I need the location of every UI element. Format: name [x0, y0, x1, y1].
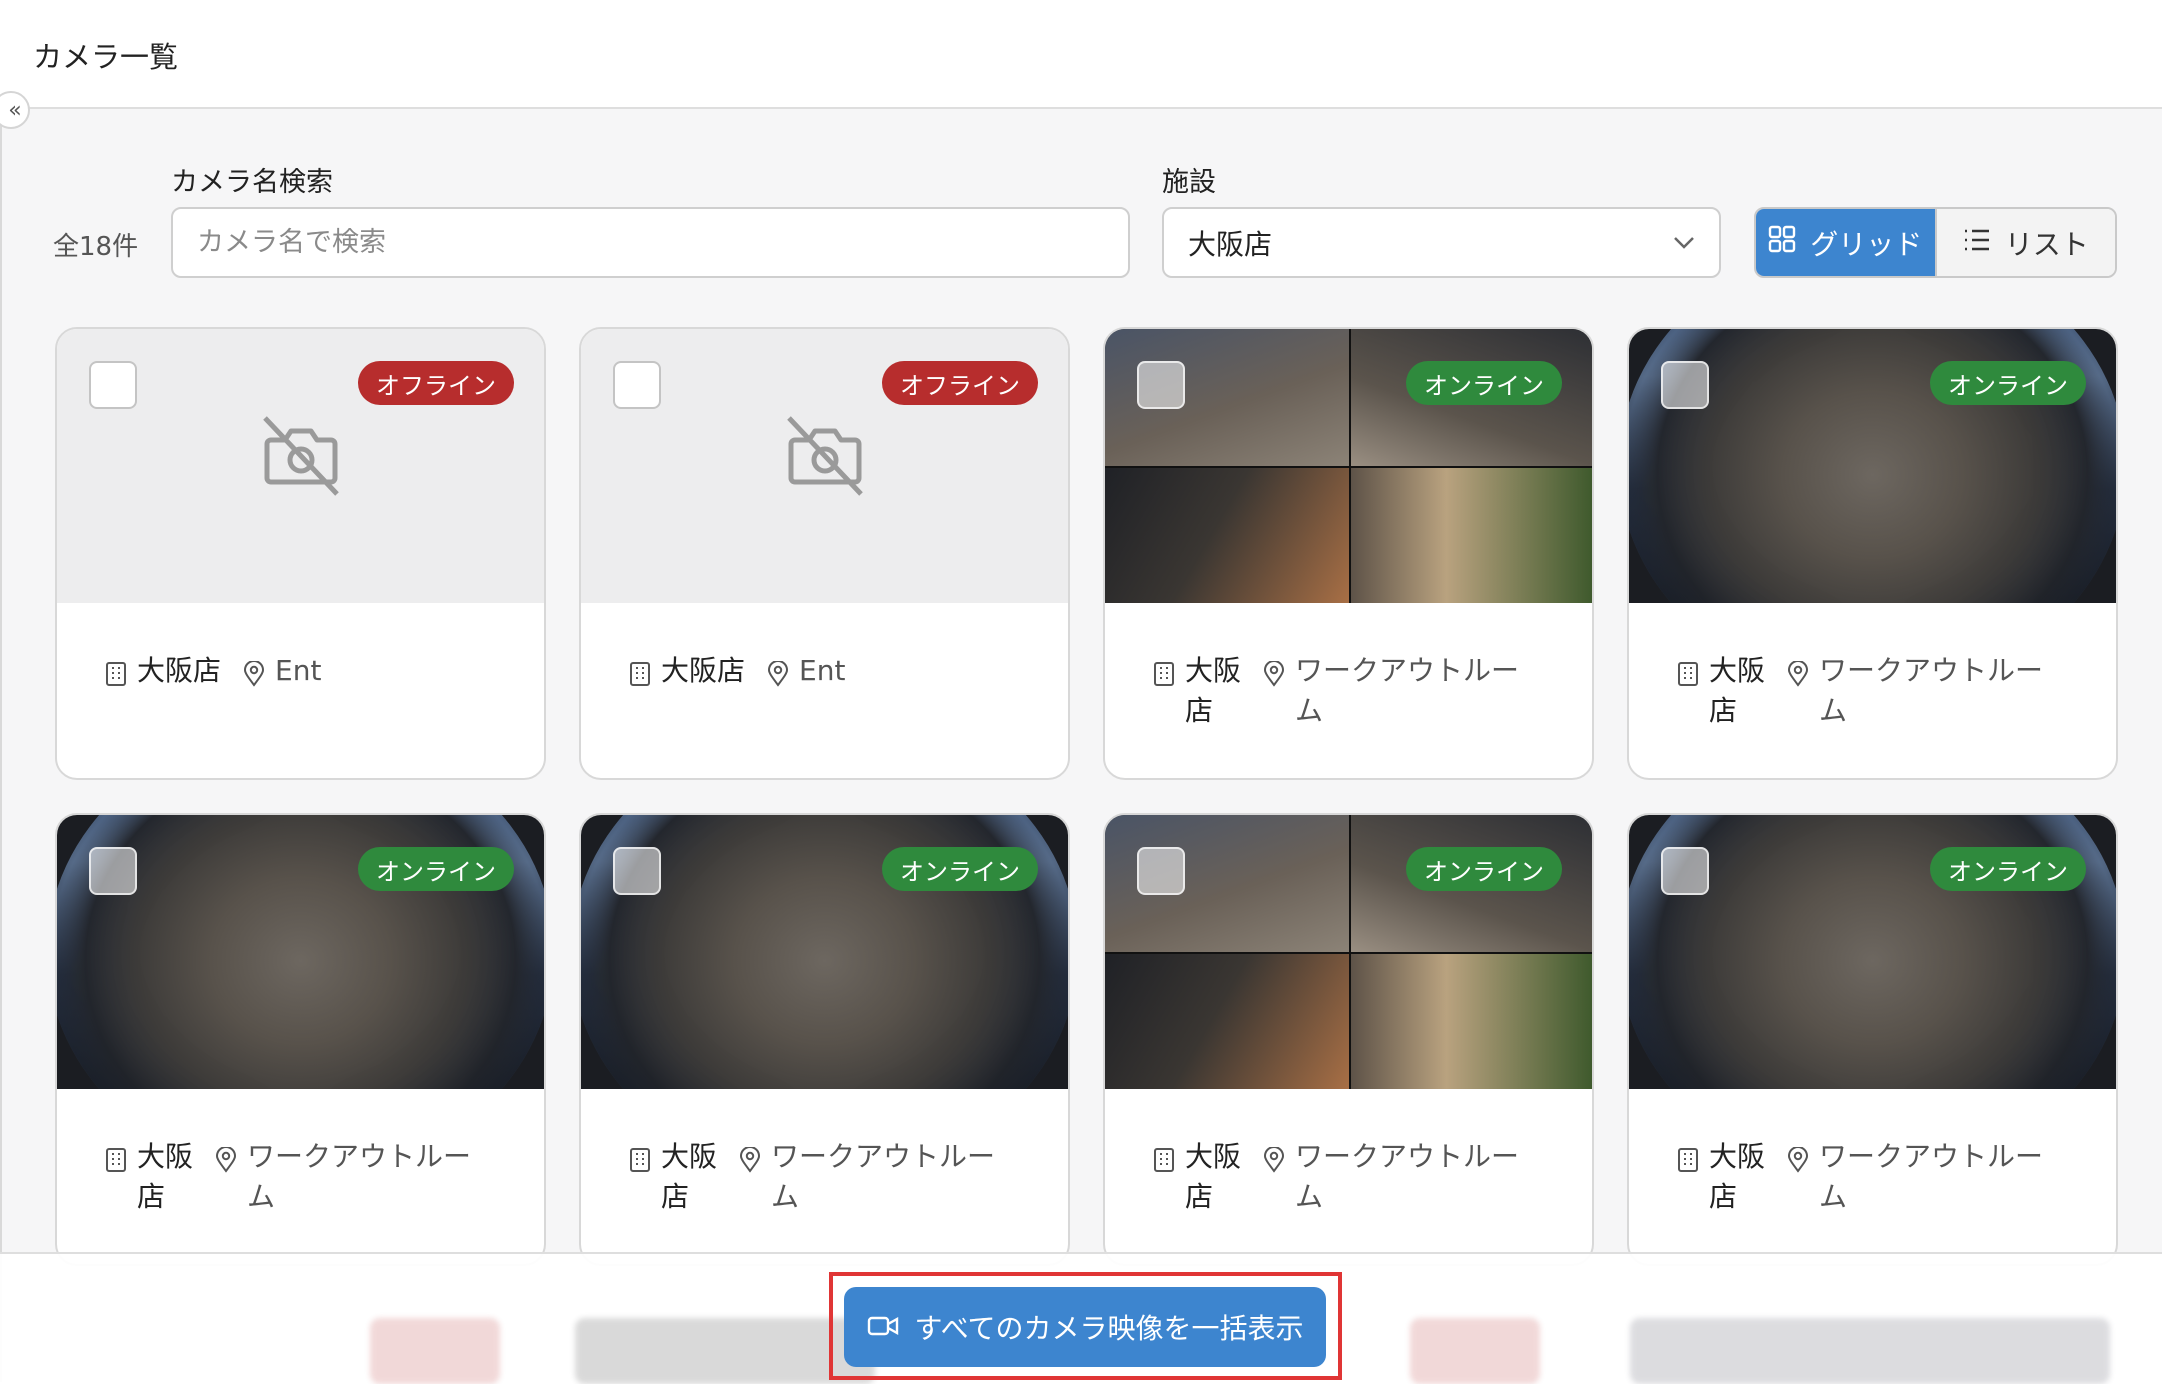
- camera-card[interactable]: オフライン大阪店 Ent: [55, 327, 546, 780]
- location-pin-icon: [1787, 1146, 1809, 1177]
- facility-name: 大阪店: [137, 1140, 194, 1213]
- location-pin-icon: [767, 660, 789, 691]
- building-icon: [105, 661, 127, 691]
- list-icon: [1963, 226, 1991, 259]
- status-badge: オフライン: [882, 361, 1038, 405]
- facility-select-value: 大阪店: [1188, 227, 1273, 261]
- building-icon: [1677, 661, 1699, 691]
- view-all-cameras-label: すべてのカメラ映像を一括表示: [914, 1312, 1304, 1345]
- video-camera-icon: [867, 1311, 899, 1344]
- facility-select[interactable]: 大阪店: [1162, 207, 1721, 278]
- camera-select-checkbox[interactable]: [1137, 847, 1185, 895]
- facility-name: 大阪店: [661, 654, 746, 687]
- camera-select-checkbox[interactable]: [89, 847, 137, 895]
- camera-card[interactable]: オフライン大阪店 Ent: [579, 327, 1070, 780]
- view-all-cameras-button[interactable]: すべてのカメラ映像を一括表示: [844, 1287, 1326, 1367]
- location-pin-icon: [1263, 660, 1285, 691]
- background-card-badge: [370, 1318, 500, 1384]
- list-view-button[interactable]: リスト: [1934, 209, 2115, 276]
- camera-card[interactable]: オンライン大阪店ワークアウトルーム: [1103, 327, 1594, 780]
- status-badge: オンライン: [1930, 361, 2086, 405]
- location-name: ワークアウトルーム: [1295, 654, 1520, 727]
- location-name: ワークアウトルーム: [1819, 1140, 2044, 1213]
- grid-view-label: グリッド: [1810, 227, 1923, 261]
- facility-label: 施設: [1162, 167, 1216, 198]
- facility-name: 大阪店: [1709, 654, 1766, 727]
- building-icon: [105, 1147, 127, 1177]
- search-label: カメラ名検索: [171, 167, 333, 198]
- camera-off-icon: [777, 406, 873, 506]
- facility-name: 大阪店: [1185, 1140, 1242, 1213]
- location-pin-icon: [739, 1146, 761, 1177]
- background-card-thumb: [1630, 1318, 2110, 1384]
- location-name: ワークアウトルーム: [1295, 1140, 1520, 1213]
- status-badge: オンライン: [1930, 847, 2086, 891]
- grid-icon: [1768, 225, 1796, 260]
- camera-select-checkbox[interactable]: [1661, 847, 1709, 895]
- location-pin-icon: [1263, 1146, 1285, 1177]
- location-name: Ent: [275, 654, 322, 687]
- view-toggle: グリッド リスト: [1754, 207, 2117, 278]
- camera-select-checkbox[interactable]: [89, 361, 137, 409]
- camera-select-checkbox[interactable]: [613, 361, 661, 409]
- camera-card[interactable]: オンライン大阪店ワークアウトルーム: [55, 813, 546, 1266]
- facility-name: 大阪店: [661, 1140, 718, 1213]
- grid-view-button[interactable]: グリッド: [1756, 209, 1935, 276]
- camera-card[interactable]: オンライン大阪店ワークアウトルーム: [1627, 813, 2118, 1266]
- double-chevron-left-icon: «: [8, 97, 22, 123]
- camera-card[interactable]: オンライン大阪店ワークアウトルーム: [1627, 327, 2118, 780]
- building-icon: [1153, 1147, 1175, 1177]
- list-view-label: リスト: [2004, 227, 2089, 261]
- camera-search-input[interactable]: [171, 207, 1130, 278]
- building-icon: [629, 1147, 651, 1177]
- camera-select-checkbox[interactable]: [613, 847, 661, 895]
- camera-select-checkbox[interactable]: [1661, 361, 1709, 409]
- building-icon: [1677, 1147, 1699, 1177]
- total-count: 全18件: [53, 232, 139, 262]
- location-pin-icon: [1787, 660, 1809, 691]
- camera-select-checkbox[interactable]: [1137, 361, 1185, 409]
- page-title: カメラ一覧: [33, 40, 179, 74]
- status-badge: オンライン: [358, 847, 514, 891]
- facility-name: 大阪店: [1185, 654, 1242, 727]
- status-badge: オンライン: [1406, 361, 1562, 405]
- status-badge: オンライン: [882, 847, 1038, 891]
- location-pin-icon: [215, 1146, 237, 1177]
- sidebar-edge: [0, 109, 2, 1382]
- location-name: ワークアウトルーム: [1819, 654, 2044, 727]
- status-badge: オンライン: [1406, 847, 1562, 891]
- facility-name: 大阪店: [1709, 1140, 1766, 1213]
- page-header: カメラ一覧: [0, 0, 2162, 109]
- building-icon: [1153, 661, 1175, 691]
- camera-card[interactable]: オンライン大阪店ワークアウトルーム: [579, 813, 1070, 1266]
- camera-off-icon: [253, 406, 349, 506]
- chevron-down-icon: [1673, 236, 1695, 250]
- background-card-badge: [1410, 1318, 1540, 1384]
- building-icon: [629, 661, 651, 691]
- location-name: ワークアウトルーム: [247, 1140, 472, 1213]
- camera-card[interactable]: オンライン大阪店ワークアウトルーム: [1103, 813, 1594, 1266]
- status-badge: オフライン: [358, 361, 514, 405]
- location-name: ワークアウトルーム: [771, 1140, 996, 1213]
- facility-name: 大阪店: [137, 654, 222, 687]
- location-pin-icon: [243, 660, 265, 691]
- location-name: Ent: [799, 654, 846, 687]
